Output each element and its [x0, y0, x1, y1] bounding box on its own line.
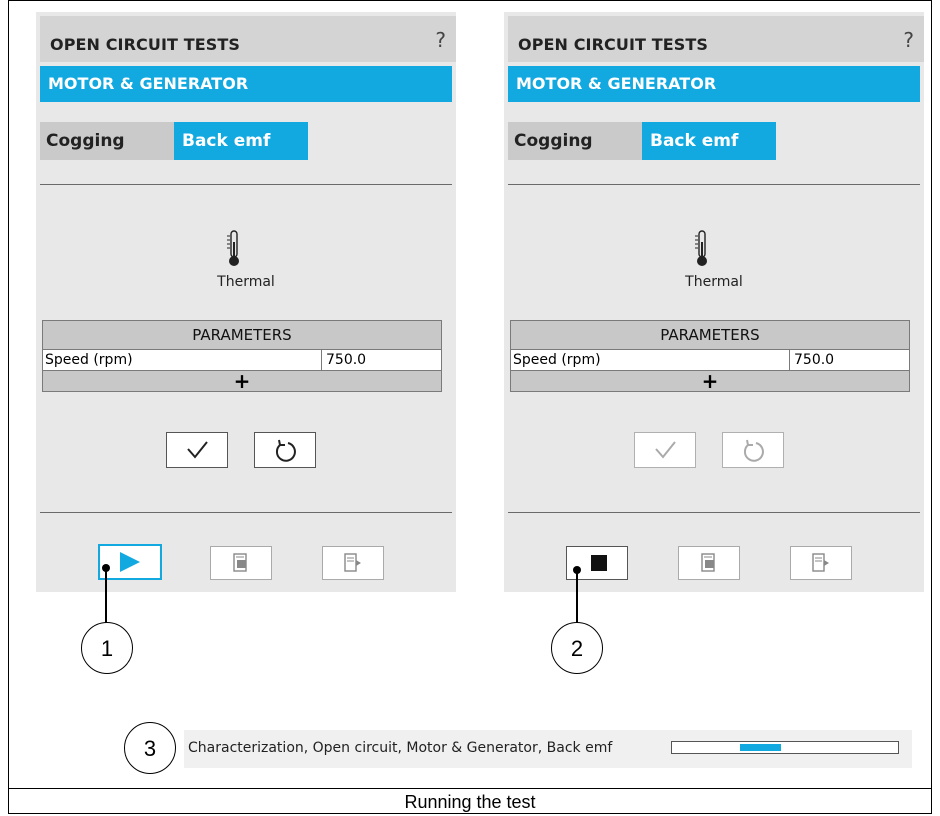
callout-2: 2 — [551, 622, 603, 674]
table-row: Speed (rpm) 750.0 — [43, 350, 441, 371]
caption-divider — [8, 788, 932, 789]
reset-icon — [743, 439, 764, 462]
reset-button[interactable] — [254, 432, 316, 468]
tab-cogging[interactable]: Cogging — [508, 122, 642, 160]
mode-label: Thermal — [685, 274, 743, 290]
panel-running: OPEN CIRCUIT TESTS ? MOTOR & GENERATOR C… — [504, 12, 924, 592]
export-icon — [812, 553, 829, 572]
tab-cogging[interactable]: Cogging — [40, 122, 174, 160]
report-icon — [701, 553, 715, 572]
checkmark-icon — [187, 441, 208, 459]
progress-indicator — [740, 744, 781, 751]
export-icon — [344, 553, 361, 572]
divider — [40, 512, 452, 513]
report-button[interactable] — [210, 546, 272, 580]
parameters-header: PARAMETERS — [43, 321, 441, 350]
divider — [508, 512, 920, 513]
panel-idle: OPEN CIRCUIT TESTS ? MOTOR & GENERATOR C… — [36, 12, 456, 592]
section-title: MOTOR & GENERATOR — [40, 66, 452, 102]
add-parameter-button[interactable]: + — [43, 371, 441, 391]
panel-header: OPEN CIRCUIT TESTS ? — [40, 16, 456, 62]
mode-label: Thermal — [217, 274, 275, 290]
divider — [40, 184, 452, 185]
callout-pointer-line — [576, 570, 578, 626]
figure-caption: Running the test — [404, 792, 536, 812]
export-button[interactable] — [322, 546, 384, 580]
panel-header: OPEN CIRCUIT TESTS ? — [508, 16, 924, 62]
callout-3: 3 — [124, 722, 176, 774]
param-value-field[interactable]: 750.0 — [322, 350, 441, 370]
report-icon — [233, 553, 247, 572]
checkmark-icon — [655, 441, 676, 459]
add-parameter-button[interactable]: + — [511, 371, 909, 391]
divider — [508, 184, 920, 185]
apply-button[interactable] — [634, 432, 696, 468]
parameters-table: PARAMETERS Speed (rpm) 750.0 + — [510, 320, 910, 392]
panel-title: OPEN CIRCUIT TESTS — [518, 35, 709, 54]
status-bar: Characterization, Open circuit, Motor & … — [184, 730, 912, 768]
param-name: Speed (rpm) — [511, 350, 790, 370]
tab-back-emf[interactable]: Back emf — [642, 122, 776, 160]
play-icon — [120, 552, 140, 572]
play-button[interactable] — [98, 544, 162, 580]
reset-icon — [275, 439, 296, 462]
param-name: Speed (rpm) — [43, 350, 322, 370]
export-button[interactable] — [790, 546, 852, 580]
reset-button[interactable] — [722, 432, 784, 468]
thermometer-icon — [227, 230, 239, 266]
question-mark-icon[interactable]: ? — [903, 28, 914, 52]
parameters-table: PARAMETERS Speed (rpm) 750.0 + — [42, 320, 442, 392]
progress-bar — [671, 741, 899, 754]
callout-1: 1 — [81, 622, 133, 674]
callout-pointer-line — [105, 568, 107, 626]
panel-title: OPEN CIRCUIT TESTS — [50, 35, 241, 54]
thermometer-icon — [695, 230, 707, 266]
tab-back-emf[interactable]: Back emf — [174, 122, 308, 160]
apply-button[interactable] — [166, 432, 228, 468]
table-row: Speed (rpm) 750.0 — [511, 350, 909, 371]
parameters-header: PARAMETERS — [511, 321, 909, 350]
section-title: MOTOR & GENERATOR — [508, 66, 920, 102]
question-mark-icon[interactable]: ? — [435, 28, 446, 52]
report-button[interactable] — [678, 546, 740, 580]
status-text: Characterization, Open circuit, Motor & … — [188, 740, 613, 756]
param-value-field[interactable]: 750.0 — [790, 350, 909, 370]
